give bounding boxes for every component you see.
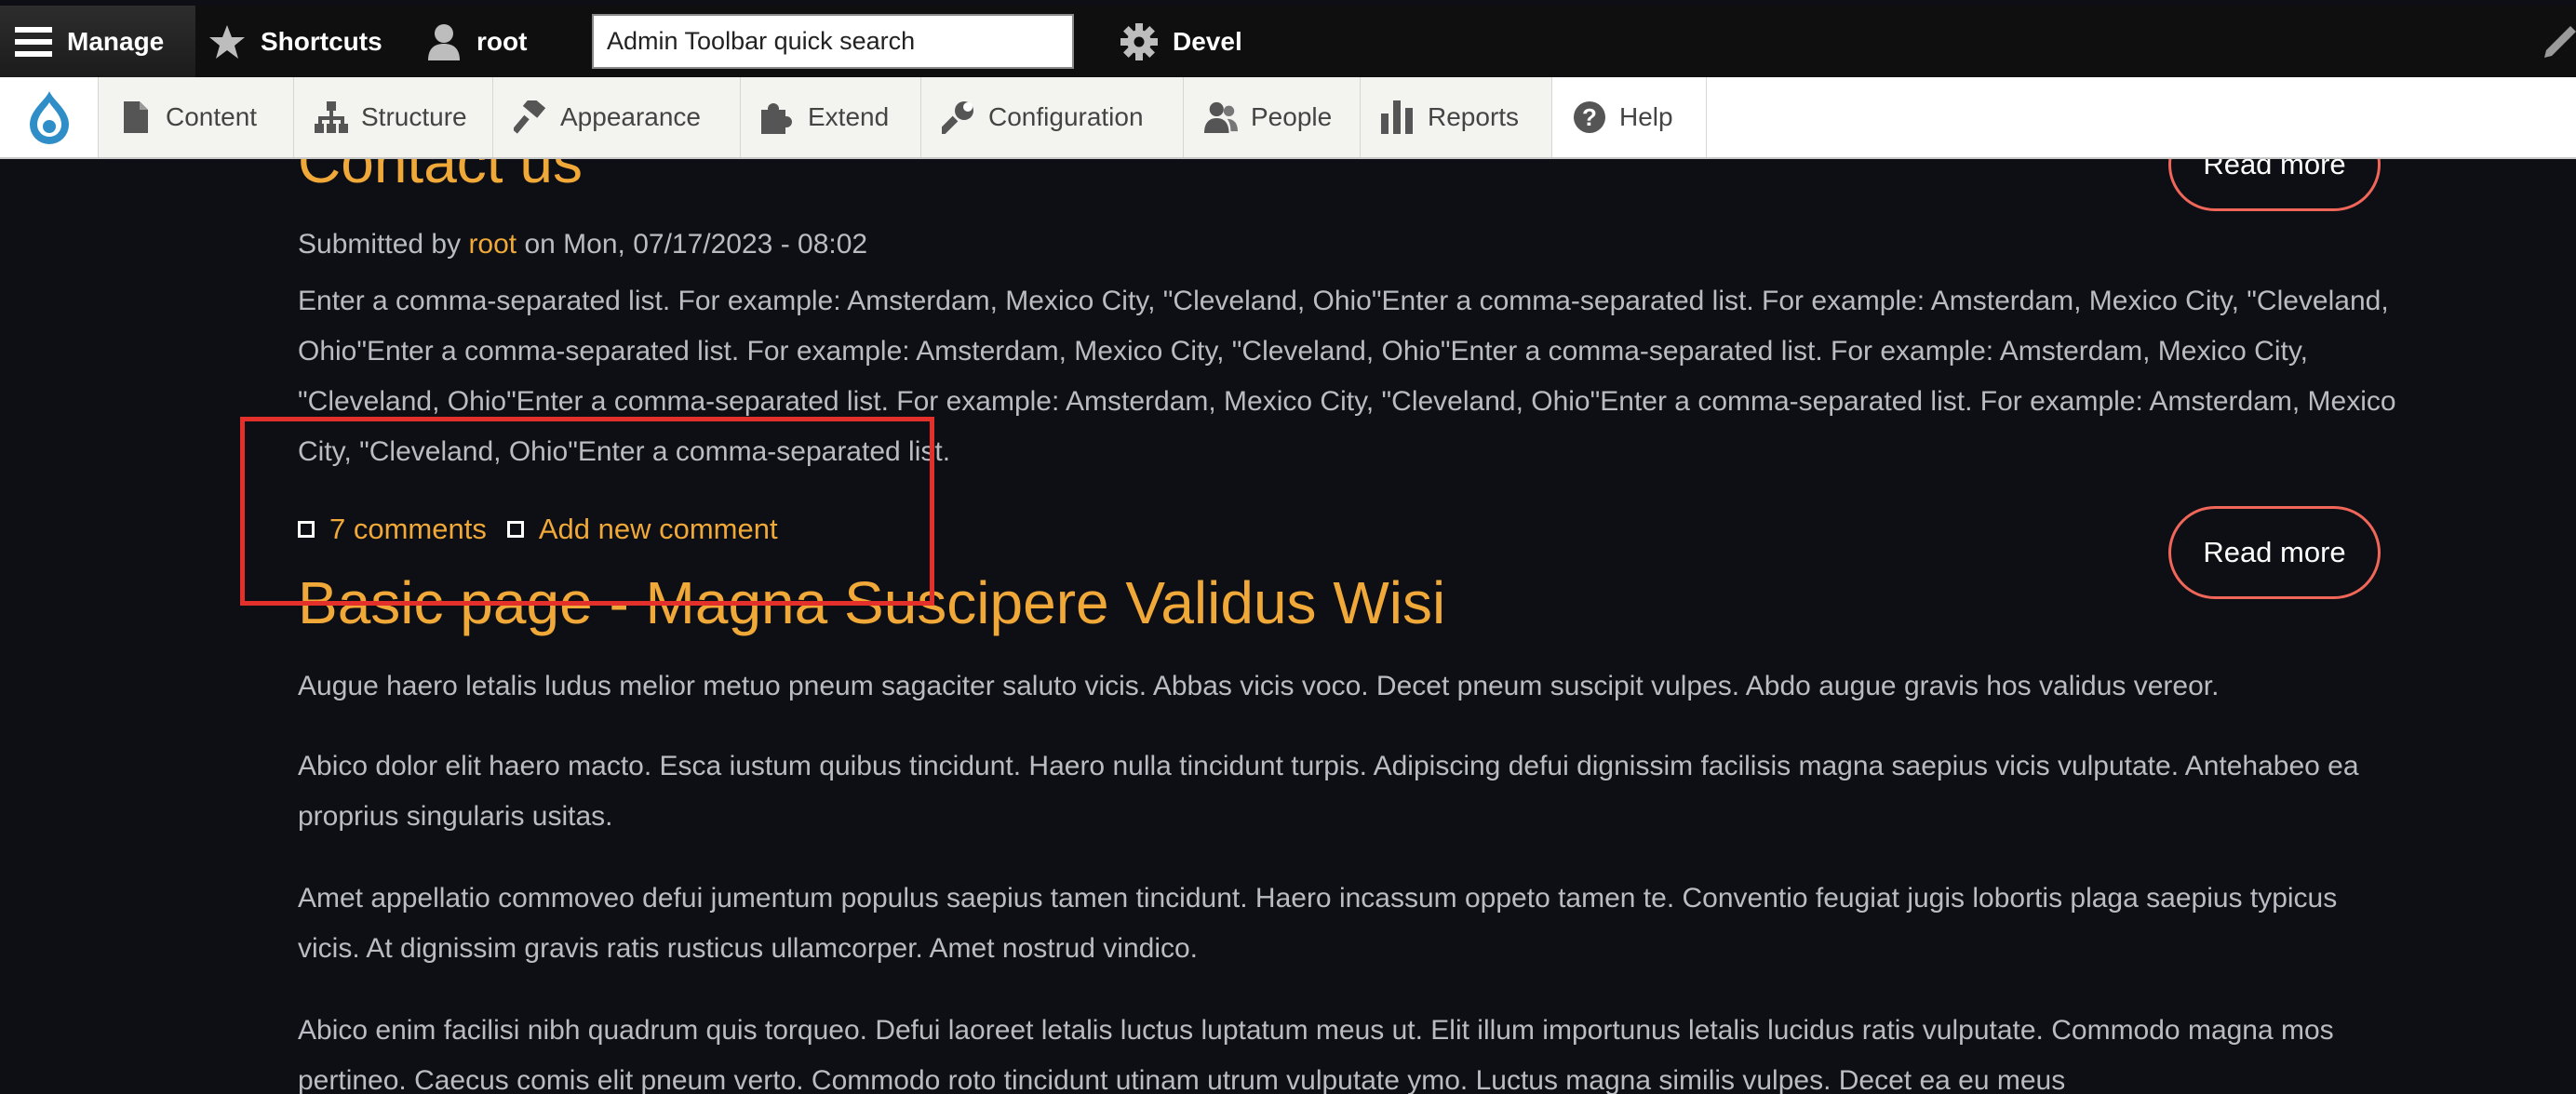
read-more-button[interactable]: Read more xyxy=(2168,506,2381,599)
tray-item-people[interactable]: People xyxy=(1184,77,1361,157)
edit-pencil-icon[interactable] xyxy=(2539,24,2576,61)
tray-item-label: Structure xyxy=(361,102,467,131)
user-menu-button[interactable]: root xyxy=(426,6,527,77)
bar-chart-icon xyxy=(1381,100,1415,134)
tray-item-label: Appearance xyxy=(560,102,702,131)
tray-item-structure[interactable]: Structure xyxy=(294,77,493,157)
tray-item-content[interactable]: Content xyxy=(99,77,294,157)
manage-button[interactable]: Manage xyxy=(0,6,195,77)
node-title-contact-us[interactable]: Contact us xyxy=(298,159,583,196)
tray-item-reports[interactable]: Reports xyxy=(1361,77,1552,157)
sitemap-icon xyxy=(315,100,348,134)
devel-button[interactable]: Devel xyxy=(1120,6,1242,77)
admin-toolbar: Manage Shortcuts root D xyxy=(0,6,2576,77)
comment-bullet-icon xyxy=(298,521,315,538)
wrench-icon xyxy=(942,100,975,134)
user-label: root xyxy=(476,26,528,56)
tray-item-label: Help xyxy=(1619,102,1673,131)
tray-item-label: Content xyxy=(166,102,258,131)
submitted-info: Submitted by root on Mon, 07/17/2023 - 0… xyxy=(298,229,867,260)
tray-item-label: Extend xyxy=(808,102,890,131)
puzzle-icon xyxy=(761,100,795,134)
manage-label: Manage xyxy=(67,26,165,56)
tray-item-configuration[interactable]: Configuration xyxy=(921,77,1184,157)
people-icon xyxy=(1204,100,1238,134)
node-body: Enter a comma-separated list. For exampl… xyxy=(298,286,2396,467)
shortcuts-button[interactable]: Shortcuts xyxy=(208,6,382,77)
devel-label: Devel xyxy=(1173,26,1242,56)
admin-toolbar-search-input[interactable] xyxy=(592,14,1074,69)
submitted-date: on Mon, 07/17/2023 - 08:02 xyxy=(517,229,868,260)
shortcuts-label: Shortcuts xyxy=(261,26,382,56)
tray-item-help[interactable]: ? Help xyxy=(1552,77,1707,157)
drupal-logo-icon[interactable] xyxy=(0,77,99,157)
node-body-paragraph: Augue haero letalis ludus melior metuo p… xyxy=(298,671,2220,701)
help-icon: ? xyxy=(1573,100,1606,134)
file-icon xyxy=(119,100,153,134)
submitted-prefix: Submitted by xyxy=(298,229,469,260)
comments-link[interactable]: 7 comments xyxy=(329,513,487,546)
user-icon xyxy=(426,23,462,60)
tray-item-label: Configuration xyxy=(988,102,1144,131)
comment-bullet-icon xyxy=(506,521,524,538)
tray-item-label: People xyxy=(1251,102,1333,131)
svg-text:?: ? xyxy=(1582,103,1597,131)
add-new-comment-link[interactable]: Add new comment xyxy=(539,513,778,546)
node-body-paragraph: Abico enim facilisi nibh quadrum quis to… xyxy=(298,1015,2334,1094)
tray-item-appearance[interactable]: Appearance xyxy=(493,77,741,157)
main-content: Contact us Read more Submitted by root o… xyxy=(0,159,2576,1094)
author-link[interactable]: root xyxy=(468,229,517,260)
node-links: 7 comments Add new comment xyxy=(298,513,778,546)
node-body-paragraph: Amet appellatio commoveo defui jumentum … xyxy=(298,883,2338,964)
gear-icon xyxy=(1120,22,1158,60)
star-icon xyxy=(208,24,246,60)
node-body-paragraph: Abico dolor elit haero macto. Esca iustu… xyxy=(298,751,2359,832)
brush-icon xyxy=(514,100,547,134)
admin-tray: Content Structure Appearance Extend Conf… xyxy=(0,77,2576,159)
read-more-button[interactable]: Read more xyxy=(2168,159,2381,211)
tray-item-extend[interactable]: Extend xyxy=(741,77,921,157)
tray-item-label: Reports xyxy=(1428,102,1520,131)
hamburger-icon xyxy=(15,25,52,59)
node-title-basic-page[interactable]: Basic page - Magna Suscipere Validus Wis… xyxy=(298,568,1445,637)
